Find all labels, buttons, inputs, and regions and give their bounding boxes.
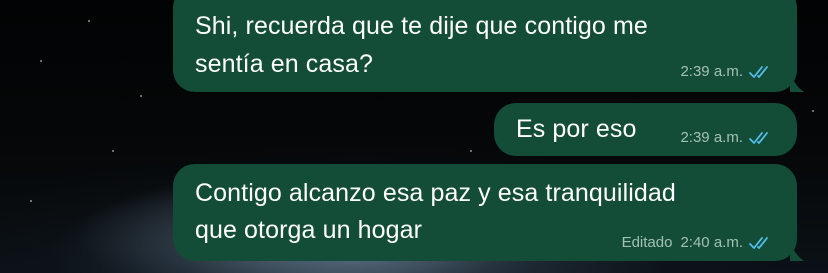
outgoing-message[interactable]: Es por eso 2:39 a.m. [494, 103, 797, 156]
message-text-line: que otorga un hogar [195, 216, 423, 244]
double-check-read-icon [749, 131, 768, 144]
message-meta: Editado 2:40 a.m. [622, 234, 773, 251]
message-text-line: Contigo alcanzo esa paz y esa tranquilid… [195, 179, 676, 207]
message-timestamp: 2:39 a.m. [680, 129, 743, 146]
double-check-read-icon [749, 236, 768, 249]
message-timestamp: 2:39 a.m. [680, 63, 743, 80]
message-meta: 2:39 a.m. [680, 129, 773, 146]
message-timestamp: 2:40 a.m. [680, 234, 743, 251]
bubble-tail [790, 243, 804, 261]
message-text-line: sentía en casa? [195, 50, 374, 78]
outgoing-message[interactable]: Contigo alcanzo esa paz y esa tranquilid… [173, 164, 797, 261]
message-text-line: Shi, recuerda que te dije que contigo me [195, 12, 648, 40]
double-check-read-icon [749, 65, 768, 78]
outgoing-message[interactable]: Shi, recuerda que te dije que contigo me… [173, 0, 797, 92]
edited-label: Editado [621, 234, 673, 251]
message-text-line: Es por eso [516, 115, 637, 143]
bubble-tail [790, 74, 804, 92]
message-meta: 2:39 a.m. [680, 63, 773, 80]
